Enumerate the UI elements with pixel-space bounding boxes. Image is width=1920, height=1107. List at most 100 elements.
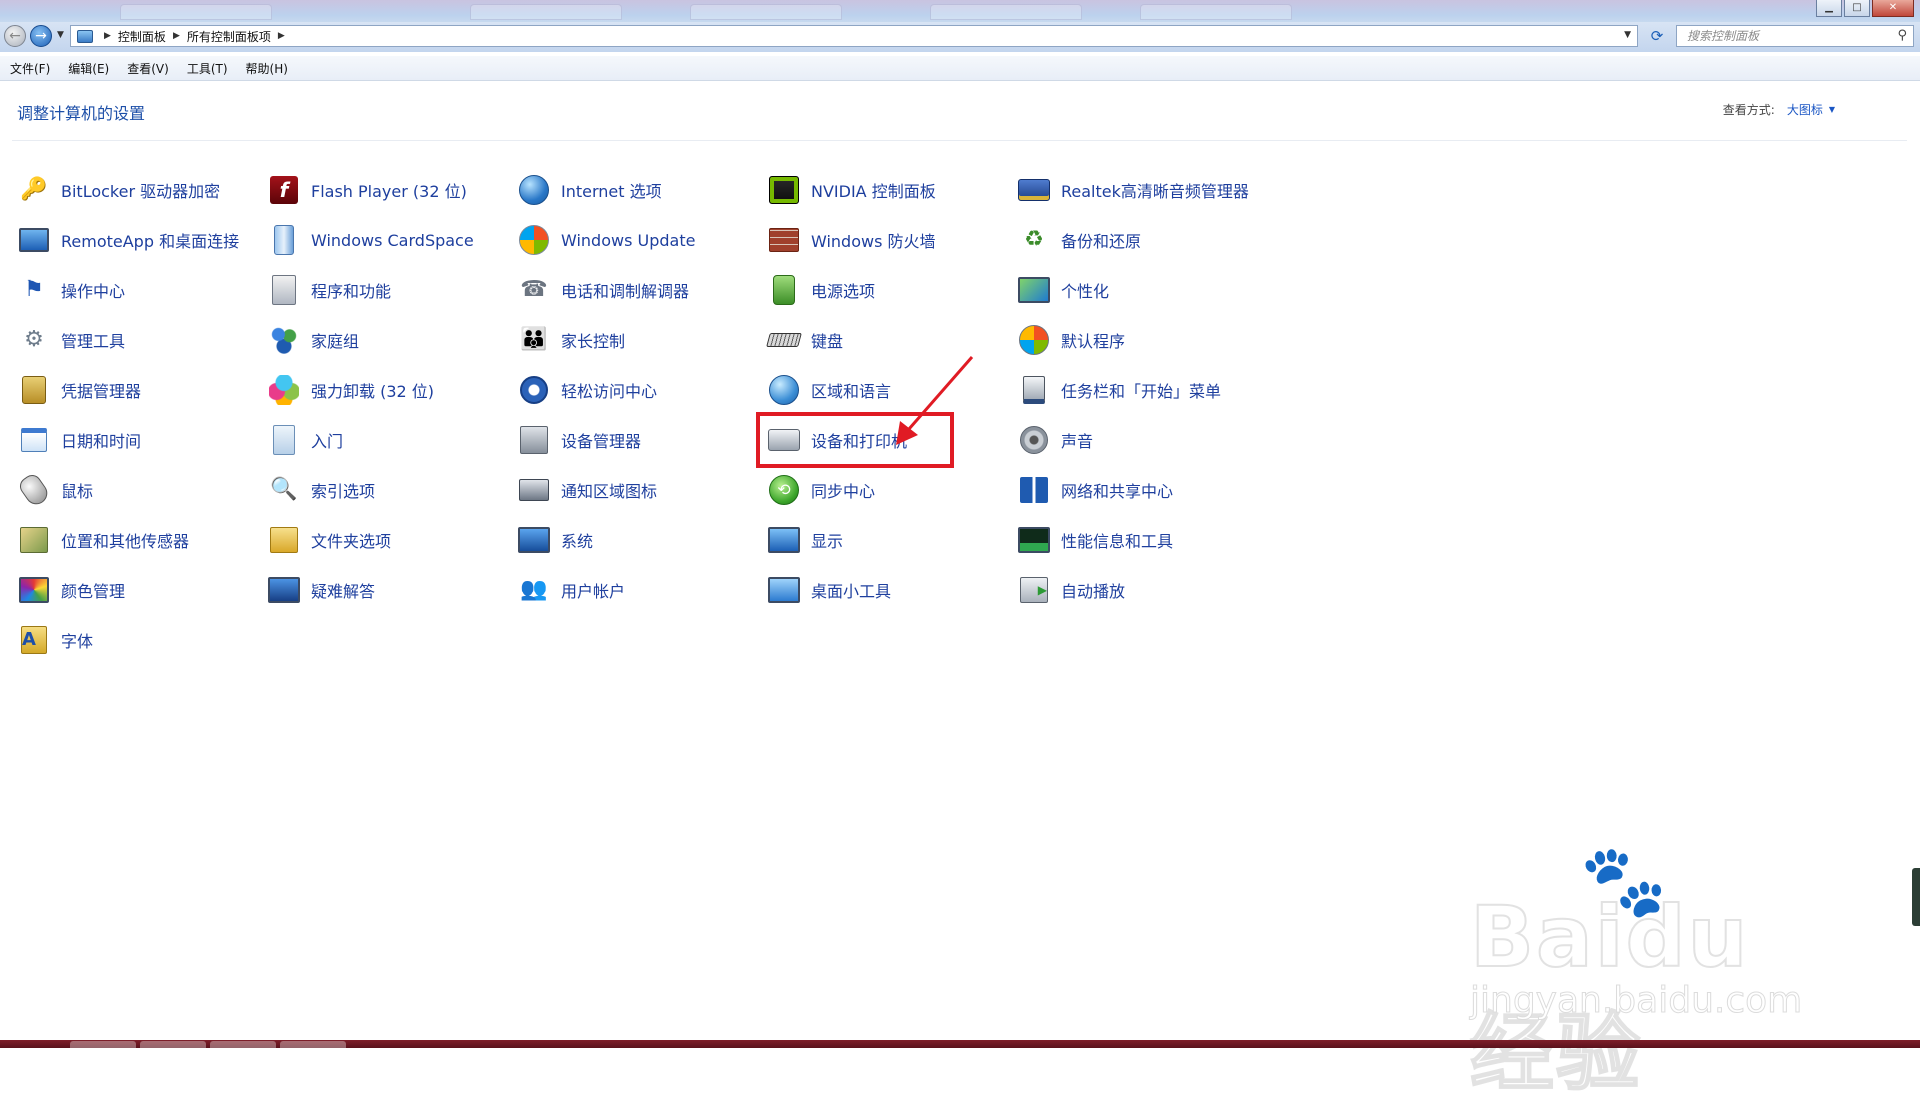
address-dropdown[interactable]: ▼ xyxy=(1624,30,1631,40)
background-tab[interactable] xyxy=(1140,4,1292,20)
item-label: NVIDIA 控制面板 xyxy=(811,182,936,201)
search-icon[interactable]: ⚲ xyxy=(1897,28,1907,43)
view-by-dropdown[interactable]: 大图标 xyxy=(1787,101,1823,118)
cp-item-taskbar-start[interactable]: 任务栏和「开始」菜单 xyxy=(1017,368,1317,412)
cp-item-indexing[interactable]: 🔍 索引选项 xyxy=(267,468,507,512)
cp-item-admin-tools[interactable]: ⚙ 管理工具 xyxy=(17,318,257,362)
action-center-flag-icon: ⚑ xyxy=(24,277,44,302)
cp-item-location-sensors[interactable]: 位置和其他传感器 xyxy=(17,518,257,562)
cp-item-date-time[interactable]: 日期和时间 xyxy=(17,418,257,462)
homegroup-icon xyxy=(267,323,301,357)
taskbar-button[interactable] xyxy=(140,1041,206,1048)
breadcrumb-separator[interactable]: ▶ xyxy=(278,31,285,41)
background-tab[interactable] xyxy=(120,4,272,20)
cp-item-windows-update[interactable]: Windows Update xyxy=(517,218,757,262)
background-tab[interactable] xyxy=(690,4,842,20)
cp-item-firewall[interactable]: Windows 防火墙 xyxy=(767,218,1007,262)
cp-item-sound[interactable]: 声音 xyxy=(1017,418,1257,462)
system-monitor-icon xyxy=(517,523,551,557)
cp-item-fonts[interactable]: A 字体 xyxy=(17,618,257,662)
maximize-button[interactable]: □ xyxy=(1844,0,1870,17)
cp-item-default-programs[interactable]: 默认程序 xyxy=(1017,318,1257,362)
cp-item-system[interactable]: 系统 xyxy=(517,518,757,562)
item-label: 设备管理器 xyxy=(561,432,642,451)
cp-item-parental-controls[interactable]: 👪 家长控制 xyxy=(517,318,757,362)
background-tab[interactable] xyxy=(470,4,622,20)
cp-item-programs-features[interactable]: 程序和功能 xyxy=(267,268,507,312)
breadcrumb-separator[interactable]: ▶ xyxy=(104,31,111,41)
cp-item-nvidia[interactable]: NVIDIA 控制面板 xyxy=(767,168,1007,212)
flash-player-icon: f xyxy=(267,173,301,207)
cp-item-sync-center[interactable]: ⟲ 同步中心 xyxy=(767,468,1007,512)
address-bar[interactable]: ▶ 控制面板 ▶ 所有控制面板项 ▶ ▼ xyxy=(70,25,1638,47)
item-label: 家庭组 xyxy=(311,332,360,351)
search-input[interactable] xyxy=(1685,28,1889,44)
side-panel-handle[interactable] xyxy=(1912,868,1920,926)
item-label: 通知区域图标 xyxy=(561,482,658,501)
cp-item-network-sharing[interactable]: 网络和共享中心 xyxy=(1017,468,1257,512)
item-label: 强力卸载 (32 位) xyxy=(311,382,435,401)
item-label: 文件夹选项 xyxy=(311,532,392,551)
cp-item-personalization[interactable]: 个性化 xyxy=(1017,268,1257,312)
cp-item-getting-started[interactable]: 入门 xyxy=(267,418,507,462)
refresh-button[interactable]: ⟳ xyxy=(1646,25,1668,47)
cp-item-mouse[interactable]: 鼠标 xyxy=(16,468,257,512)
cp-item-desktop-gadgets[interactable]: 桌面小工具 xyxy=(767,568,1007,612)
cp-item-device-manager[interactable]: 设备管理器 xyxy=(517,418,757,462)
cp-item-power-uninstall[interactable]: 强力卸载 (32 位) xyxy=(267,368,507,412)
performance-tools-icon xyxy=(1017,523,1051,557)
recent-pages-dropdown[interactable]: ▼ xyxy=(57,30,64,40)
menu-file[interactable]: 文件(F) xyxy=(2,60,58,77)
cp-item-realtek[interactable]: Realtek高清晰音频管理器 xyxy=(1017,168,1317,212)
cp-item-display[interactable]: 显示 xyxy=(767,518,1007,562)
item-label: Flash Player (32 位) xyxy=(311,182,467,201)
cp-item-backup-restore[interactable]: ♻ 备份和还原 xyxy=(1017,218,1257,262)
taskbar-button[interactable] xyxy=(210,1041,276,1048)
region-language-globe-icon xyxy=(767,373,801,407)
cp-item-homegroup[interactable]: 家庭组 xyxy=(267,318,507,362)
cp-item-phone-modem[interactable]: ☎ 电话和调制解调器 xyxy=(517,268,757,312)
item-label: 字体 xyxy=(61,632,94,651)
cp-item-flash-player[interactable]: f Flash Player (32 位) xyxy=(267,168,507,212)
taskbar-button[interactable] xyxy=(70,1041,136,1048)
forward-button[interactable]: → xyxy=(30,25,52,47)
background-tab[interactable] xyxy=(930,4,1082,20)
breadcrumb-separator[interactable]: ▶ xyxy=(173,31,180,41)
chevron-down-icon[interactable]: ▼ xyxy=(1829,105,1835,114)
search-box[interactable]: ⚲ xyxy=(1676,25,1914,47)
cp-item-autoplay[interactable]: ▶ 自动播放 xyxy=(1017,568,1257,612)
item-label: 鼠标 xyxy=(61,482,94,501)
cp-item-cardspace[interactable]: Windows CardSpace xyxy=(267,218,507,262)
breadcrumb-all-items[interactable]: 所有控制面板项 xyxy=(187,28,271,45)
menu-help[interactable]: 帮助(H) xyxy=(238,60,296,77)
taskbar-button[interactable] xyxy=(280,1041,346,1048)
cp-item-bitlocker[interactable]: 🔑 BitLocker 驱动器加密 xyxy=(17,168,257,212)
cp-item-ease-of-access[interactable]: 轻松访问中心 xyxy=(517,368,757,412)
cp-item-troubleshooting[interactable]: 疑难解答 xyxy=(267,568,507,612)
cp-item-folder-options[interactable]: 文件夹选项 xyxy=(267,518,507,562)
cp-item-internet-options[interactable]: Internet 选项 xyxy=(517,168,757,212)
minimize-button[interactable]: ▁ xyxy=(1816,0,1842,17)
color-management-icon xyxy=(17,573,51,607)
cp-item-color-management[interactable]: 颜色管理 xyxy=(17,568,257,612)
cp-item-action-center[interactable]: ⚑ 操作中心 xyxy=(17,268,257,312)
item-label: 位置和其他传感器 xyxy=(61,532,190,551)
back-button[interactable]: ← xyxy=(4,25,26,47)
page-title: 调整计算机的设置 xyxy=(17,104,146,123)
cp-item-performance[interactable]: 性能信息和工具 xyxy=(1017,518,1257,562)
cp-item-remoteapp[interactable]: RemoteApp 和桌面连接 xyxy=(17,218,257,262)
cp-item-power-options[interactable]: 电源选项 xyxy=(767,268,1007,312)
item-label: Windows Update xyxy=(561,230,696,250)
menu-view[interactable]: 查看(V) xyxy=(119,60,177,77)
breadcrumb-control-panel[interactable]: 控制面板 xyxy=(118,28,166,45)
cp-item-notification-area[interactable]: 通知区域图标 xyxy=(517,468,757,512)
menu-edit[interactable]: 编辑(E) xyxy=(60,60,117,77)
item-label: 颜色管理 xyxy=(61,582,126,601)
nvidia-icon xyxy=(767,173,801,207)
item-label: 备份和还原 xyxy=(1061,232,1142,251)
cp-item-credential-manager[interactable]: 凭据管理器 xyxy=(17,368,257,412)
cp-item-user-accounts[interactable]: 👥 用户帐户 xyxy=(517,568,757,612)
close-button[interactable]: ✕ xyxy=(1872,0,1914,17)
bitlocker-key-icon: 🔑 xyxy=(20,177,48,202)
menu-tools[interactable]: 工具(T) xyxy=(179,60,236,77)
